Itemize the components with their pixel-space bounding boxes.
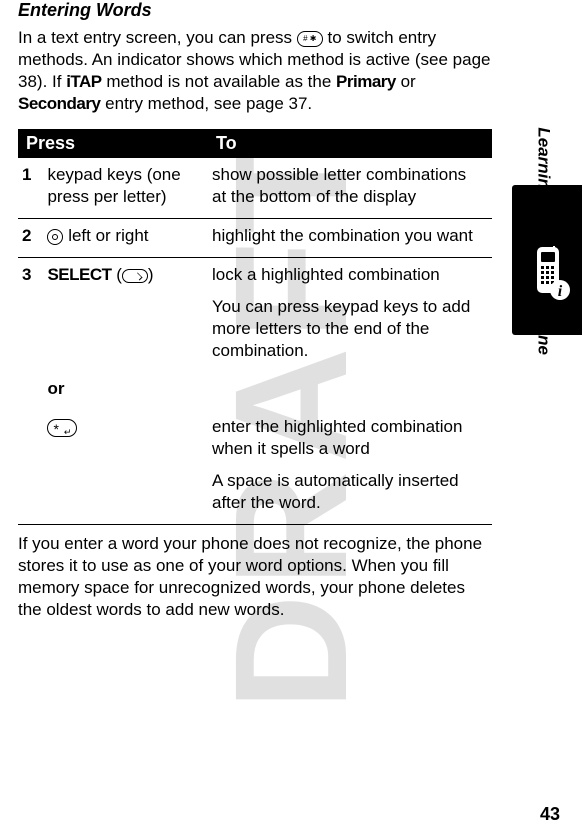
instruction-table: Press To 1 keypad keys (one press per le…	[18, 129, 492, 525]
col-header-to: To	[208, 129, 492, 158]
or-label: or	[43, 372, 208, 410]
to-text-b: You can press keypad keys to add more le…	[212, 296, 484, 362]
col-header-press: Press	[18, 129, 208, 158]
after-paragraph: If you enter a word your phone does not …	[18, 533, 492, 621]
svg-text:i: i	[558, 283, 563, 300]
to-text-a: lock a highlighted combination	[212, 264, 484, 286]
table-row: 2 left or right highlight the combinatio…	[18, 219, 492, 258]
press-cell: keypad keys (one press per letter)	[43, 158, 208, 219]
intro-text-5: entry method, see page 37.	[100, 94, 312, 113]
press-cell	[43, 410, 208, 525]
table-row: 3 SELECT () lock a highlighted combinati…	[18, 258, 492, 373]
step-number: 1	[22, 165, 35, 184]
table-row: 1 keypad keys (one press per letter) sho…	[18, 158, 492, 219]
phone-info-icon: i	[524, 246, 572, 309]
secondary-label: Secondary	[18, 94, 100, 113]
table-bottom-rule	[18, 525, 492, 526]
hash-key-icon: # ✱	[297, 31, 323, 47]
primary-label: Primary	[336, 72, 396, 91]
intro-text-1: In a text entry screen, you can press	[18, 28, 297, 47]
right-softkey-icon	[122, 269, 148, 283]
star-key-icon	[47, 419, 77, 437]
select-label: SELECT	[47, 265, 111, 284]
table-row-or: or	[18, 372, 492, 410]
to-text-b: A space is automatically inserted after …	[212, 470, 484, 514]
section-heading: Entering Words	[18, 0, 492, 21]
intro-text-3: method is not available as the	[102, 72, 336, 91]
nav-key-icon	[47, 229, 63, 245]
to-cell: enter the highlighted combination when i…	[208, 410, 492, 525]
page-number: 43	[540, 804, 560, 825]
step-number: 2	[22, 226, 35, 245]
side-chapter-label: Learning to Use Your Phone	[534, 127, 554, 355]
press-text: left or right	[63, 226, 148, 245]
press-cell: left or right	[43, 219, 208, 258]
step-number: 3	[22, 265, 35, 284]
intro-text-4: or	[396, 72, 416, 91]
to-cell: show possible letter combinations at the…	[208, 158, 492, 219]
press-cell: SELECT ()	[43, 258, 208, 373]
to-cell: highlight the combination you want	[208, 219, 492, 258]
itap-label: iTAP	[66, 72, 101, 91]
table-row: enter the highlighted combination when i…	[18, 410, 492, 525]
to-cell: lock a highlighted combination You can p…	[208, 258, 492, 373]
to-text-a: enter the highlighted combination when i…	[212, 416, 484, 460]
intro-paragraph: In a text entry screen, you can press # …	[18, 27, 492, 115]
